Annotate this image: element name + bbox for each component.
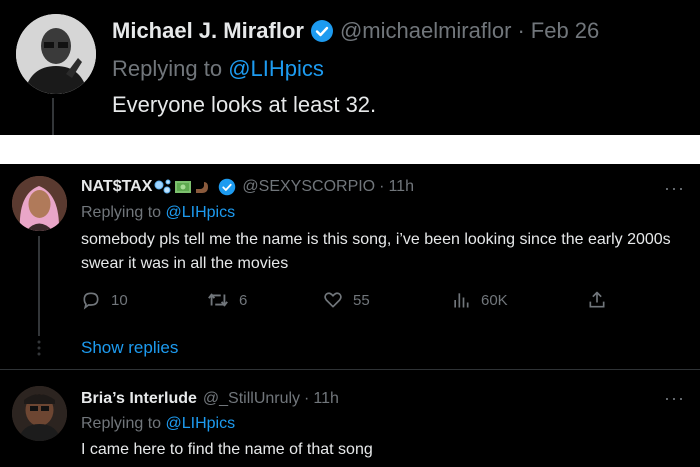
- avatar-michael[interactable]: [16, 14, 96, 94]
- tweet-text: somebody pls tell me the name is this so…: [81, 231, 671, 272]
- retweet-count: 6: [239, 291, 248, 309]
- person-avatar-icon: [16, 14, 96, 94]
- separator: ·: [379, 178, 385, 195]
- replying-to: Replying to @LIHpics: [112, 56, 324, 82]
- replying-handle-link[interactable]: @LIHpics: [166, 415, 236, 432]
- replying-prefix: Replying to: [112, 56, 223, 81]
- more-options-button[interactable]: ···: [664, 388, 685, 409]
- replying-to: Replying to @LIHpics: [81, 204, 235, 222]
- timestamp[interactable]: 11h: [388, 178, 414, 196]
- like-count: 55: [353, 291, 370, 309]
- separator: ·: [304, 390, 310, 407]
- handle[interactable]: @SEXYSCORPIO: [242, 178, 375, 196]
- timestamp[interactable]: Feb 26: [531, 18, 600, 44]
- display-name[interactable]: Bria’s Interlude: [81, 390, 197, 408]
- replying-prefix: Replying to: [81, 415, 162, 432]
- display-name[interactable]: Michael J. Miraflor: [112, 18, 304, 44]
- replying-prefix: Replying to: [81, 204, 162, 221]
- divider: [0, 369, 700, 370]
- money-emoji-icon: [175, 181, 192, 193]
- tweet-header: Michael J. Miraflor @michaelmiraflor · F…: [112, 18, 599, 44]
- replies-panel: NAT$TAX @SEXYSCORPIO · 11h ··· Replying …: [0, 164, 700, 467]
- timestamp[interactable]: 11h: [313, 390, 339, 408]
- views-button[interactable]: 60K: [451, 290, 508, 310]
- more-options-button[interactable]: ···: [664, 178, 685, 199]
- thread-line: [52, 98, 54, 135]
- tweet-header: NAT$TAX @SEXYSCORPIO · 11h: [81, 178, 414, 196]
- reply-icon: [83, 292, 99, 310]
- reply-button[interactable]: 10: [81, 290, 128, 310]
- verified-badge-icon: [219, 178, 236, 196]
- heart-icon: [324, 292, 342, 308]
- tweet-text: I came here to find the name of that son…: [81, 441, 373, 458]
- tweet-text: Everyone looks at least 32.: [112, 92, 377, 117]
- reply-count: 10: [111, 291, 128, 309]
- avatar-natstax[interactable]: [12, 176, 67, 231]
- handle[interactable]: @_StillUnruly: [203, 390, 300, 408]
- top-tweet-panel: Michael J. Miraflor @michaelmiraflor · F…: [0, 0, 700, 135]
- person-avatar-icon: [12, 386, 67, 441]
- views-chart-icon: [454, 293, 469, 308]
- display-name[interactable]: NAT$TAX: [81, 178, 152, 196]
- person-avatar-icon: [12, 176, 67, 231]
- replying-handle-link[interactable]: @LIHpics: [228, 56, 324, 81]
- thread-line: [38, 236, 40, 336]
- separator: ·: [517, 18, 525, 43]
- show-replies-link[interactable]: Show replies: [81, 338, 178, 358]
- flexed-arm-emoji-icon: [196, 182, 209, 193]
- thread-dots-icon: [37, 340, 41, 356]
- replying-handle-link[interactable]: @LIHpics: [166, 204, 236, 221]
- like-button[interactable]: 55: [323, 290, 370, 310]
- share-button[interactable]: [587, 290, 607, 310]
- bubbles-emoji-icon: [154, 179, 171, 194]
- retweet-button[interactable]: 6: [207, 290, 247, 310]
- retweet-icon: [208, 293, 228, 307]
- verified-badge-icon: [310, 20, 333, 42]
- replying-to: Replying to @LIHpics: [81, 415, 235, 433]
- share-icon: [589, 291, 605, 308]
- view-count: 60K: [481, 291, 508, 309]
- avatar-bria[interactable]: [12, 386, 67, 441]
- handle[interactable]: @michaelmiraflor: [340, 18, 511, 44]
- action-bar: 10 6 55 60K: [81, 290, 621, 314]
- tweet-header: Bria’s Interlude @_StillUnruly · 11h: [81, 390, 339, 408]
